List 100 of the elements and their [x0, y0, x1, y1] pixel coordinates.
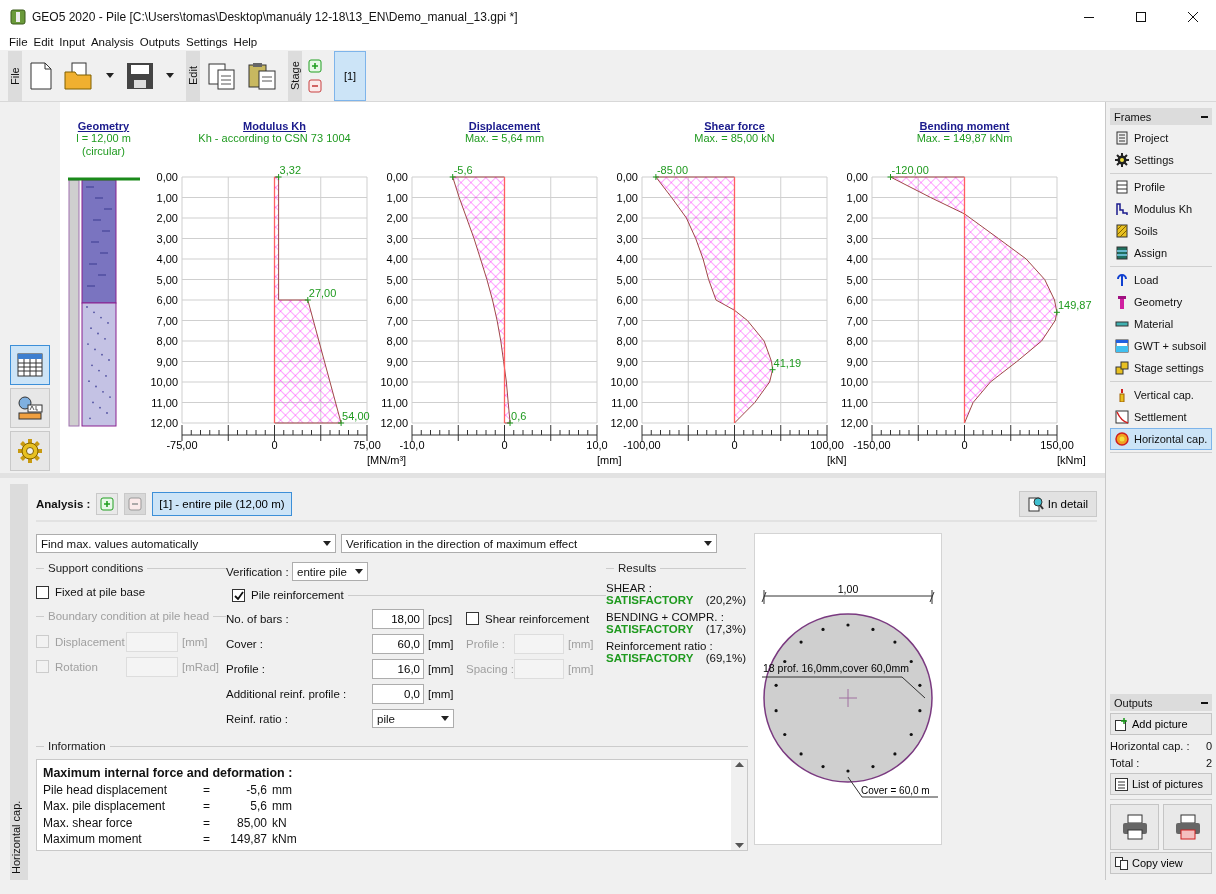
document-icon [1115, 131, 1129, 145]
number-field[interactable]: 60,0 [372, 633, 424, 654]
unit-label: [mRad] [182, 660, 220, 673]
frame-item[interactable]: Vertical cap. [1110, 384, 1212, 406]
panel-tab[interactable]: Horizontal cap. [10, 484, 28, 880]
menu-item[interactable]: Settings [183, 36, 231, 48]
menu-item[interactable]: Outputs [136, 36, 184, 48]
field-label: Cover : [226, 637, 265, 650]
view-button[interactable] [10, 431, 50, 471]
frame-item[interactable]: Material [1110, 313, 1212, 335]
frame-item[interactable]: Load [1110, 269, 1212, 291]
stage-tab[interactable]: [1] [334, 50, 366, 101]
number-field[interactable]: 18,00 [372, 608, 424, 629]
checkbox-row[interactable]: Shear reinforcement [466, 606, 606, 631]
collapse-icon[interactable] [1201, 115, 1208, 118]
axis-label: 11,00 [841, 396, 868, 409]
ratio-select[interactable]: pile [372, 709, 454, 728]
axis-label: 3,00 [616, 232, 638, 245]
chart-title[interactable]: Shear force [704, 120, 765, 132]
view-button[interactable] [10, 388, 50, 428]
info-cell-text: kNm [271, 832, 298, 848]
frame-item[interactable]: Geometry [1110, 291, 1212, 313]
frame-item[interactable]: Stage settings [1110, 357, 1212, 379]
axis-label: 1,00 [156, 191, 178, 204]
axis-label: 9,00 [846, 355, 868, 368]
frame-item[interactable]: Project [1110, 127, 1212, 149]
frame-item[interactable]: Assign [1110, 242, 1212, 264]
mode-select[interactable]: Find max. values automatically [36, 534, 336, 553]
chart-title[interactable]: Geometry [77, 120, 130, 132]
chart-title[interactable]: Displacement [468, 120, 541, 132]
frame-item[interactable]: Modulus Kh [1110, 198, 1212, 220]
chart-title[interactable]: Modulus Kh [243, 120, 306, 132]
checkbox[interactable] [36, 585, 49, 599]
axis-label: -75,00 [166, 439, 198, 451]
frame-item[interactable]: GWT + subsoil [1110, 335, 1212, 357]
info-cell-text: Max. shear force [43, 815, 134, 832]
info-cell-text: = [202, 799, 211, 815]
frame-item[interactable]: Settings [1110, 149, 1212, 171]
pile-icon [1115, 295, 1129, 309]
collapse-icon[interactable] [1201, 701, 1208, 704]
result-percent: (69,1%) [705, 652, 746, 664]
axis-label: 1,00 [616, 191, 638, 204]
value-label: 0,6 [511, 410, 527, 422]
checkbox-row[interactable]: Fixed at pile base [36, 581, 226, 603]
add-picture-button[interactable]: Add picture [1110, 713, 1212, 735]
frame-item[interactable]: Horizontal cap. [1110, 428, 1212, 450]
axis-label: 10,0 [586, 439, 608, 451]
value-label: 27,00 [308, 287, 337, 299]
field-label: Reinf. ratio : [226, 712, 289, 725]
axis-label: 7,00 [616, 314, 638, 327]
copy-view-button[interactable]: Copy view [1110, 852, 1212, 874]
chart-subtitle: l = 12,00 m [76, 132, 131, 145]
scrollbar[interactable] [731, 760, 747, 850]
section-legend: Boundary condition at pile head [36, 607, 226, 625]
minimize-icon [1084, 16, 1094, 18]
value-label: 41,19 [773, 356, 802, 369]
axis-label: 11,00 [611, 396, 638, 409]
analysis-tab[interactable]: [1] - entire pile (12,00 m) [152, 492, 292, 516]
result-label: BENDING + COMPR. : [606, 611, 725, 623]
verification-select[interactable]: entire pile [292, 562, 368, 581]
frame-item[interactable]: Profile [1110, 176, 1212, 198]
checkbox[interactable] [466, 612, 479, 625]
unit-label: [kNm] [1057, 454, 1086, 466]
menu-item[interactable]: Analysis [87, 36, 137, 48]
view-button[interactable] [10, 345, 50, 385]
menu-item[interactable]: File [6, 36, 31, 48]
frame-item[interactable]: Soils [1110, 220, 1212, 242]
menu-item[interactable]: Edit [30, 36, 57, 48]
menu-item[interactable]: Input [56, 36, 88, 48]
chart-title[interactable]: Bending moment [919, 120, 1010, 132]
axis-label: 2,00 [156, 212, 178, 224]
unit-label: [MN/m³] [367, 454, 407, 466]
water-icon [1115, 339, 1129, 353]
print-preview-button[interactable] [1163, 804, 1212, 850]
checkbox[interactable] [232, 588, 245, 602]
panel-title: Frames [1114, 110, 1152, 123]
value-label: -85,00 [656, 164, 689, 176]
information-heading: Maximum internal force and deformation : [43, 766, 294, 782]
folder-icon [64, 61, 94, 90]
number-field[interactable]: 16,0 [372, 658, 424, 679]
list-pictures-button[interactable]: List of pictures [1110, 773, 1212, 795]
layers-icon [1115, 246, 1129, 260]
menu-item[interactable]: Help [230, 36, 261, 48]
number-field[interactable]: 0,0 [372, 683, 424, 704]
add-analysis-button[interactable] [96, 493, 119, 515]
add-stage-button[interactable] [308, 58, 322, 73]
remove-stage-button[interactable] [308, 78, 322, 93]
axis-label: 8,00 [846, 335, 868, 347]
value-label: 54,00 [342, 410, 370, 422]
in-detail-button[interactable]: In detail [1018, 491, 1097, 517]
axis-label: 7,00 [846, 314, 868, 327]
axis-label: 7,00 [156, 314, 178, 327]
axis-label: 2,00 [386, 212, 408, 224]
checkbox-row[interactable]: Pile reinforcement [226, 584, 344, 606]
axis-label: 12,00 [610, 417, 638, 429]
document-icon [30, 61, 52, 90]
copy-icon [208, 61, 236, 90]
print-button[interactable] [1110, 804, 1159, 850]
frame-item[interactable]: Settlement [1110, 406, 1212, 428]
direction-select[interactable]: Verification in the direction of maximum effect [341, 534, 717, 553]
